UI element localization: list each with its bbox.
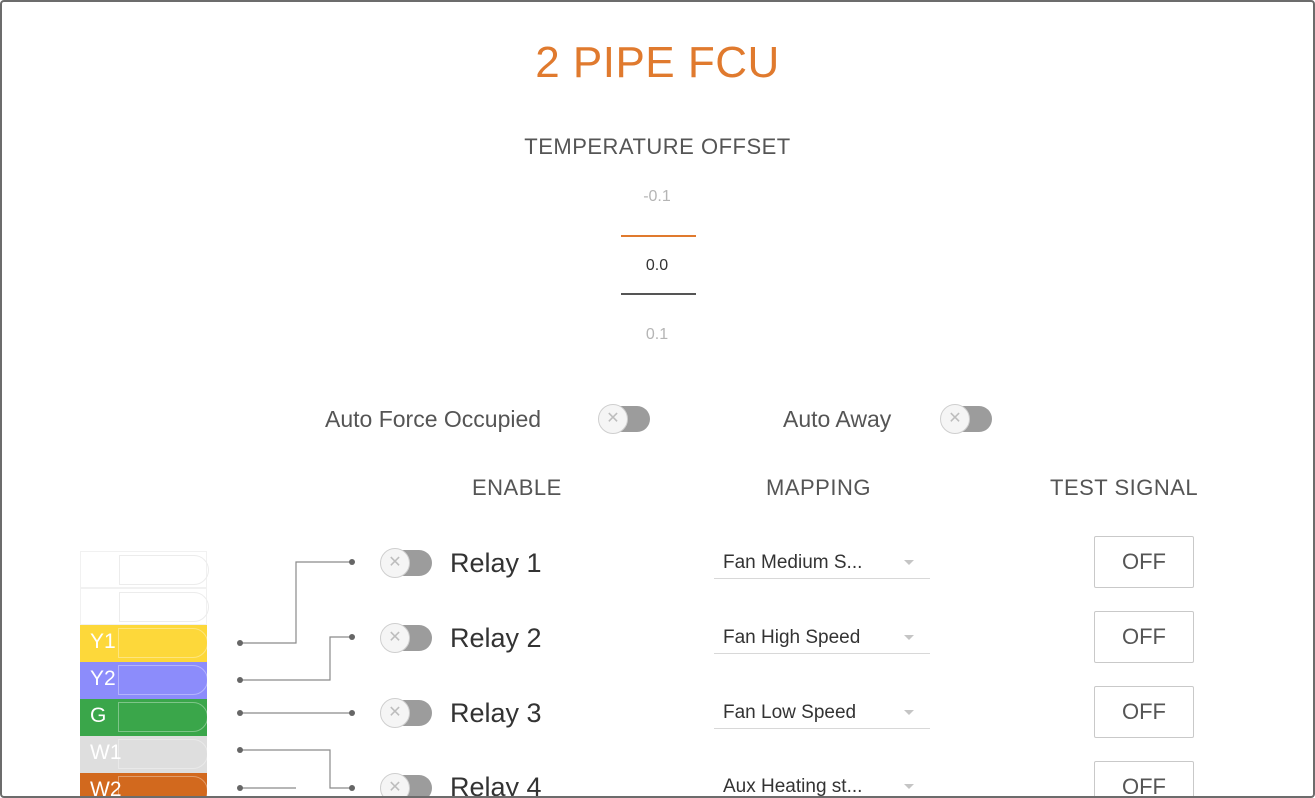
- caret-down-icon: [904, 784, 914, 789]
- relay-4-enable-toggle[interactable]: ✕: [380, 773, 432, 796]
- wire-node: [349, 710, 355, 716]
- relay-2-test-button[interactable]: OFF: [1094, 611, 1194, 663]
- close-icon: ✕: [380, 773, 410, 796]
- wire-node: [237, 640, 243, 646]
- close-icon: ✕: [380, 623, 410, 653]
- relay-1-label: Relay 1: [450, 548, 542, 578]
- wire-relay-4: [240, 749, 352, 789]
- caret-down-icon: [904, 635, 914, 640]
- relay-4-label: Relay 4: [450, 772, 542, 798]
- relay-2-mapping-select[interactable]: Fan High Speed: [714, 623, 930, 654]
- wire-relay-1: [240, 561, 352, 644]
- close-icon: ✕: [380, 698, 410, 728]
- wire-node: [349, 634, 355, 640]
- wiring-diagram: [237, 559, 355, 791]
- relay-1-enable-toggle[interactable]: ✕: [380, 548, 432, 578]
- relay-1-mapping-select[interactable]: Fan Medium S...: [714, 548, 930, 579]
- wire-node: [237, 785, 243, 791]
- relay-2-enable-toggle[interactable]: ✕: [380, 623, 432, 653]
- wire-node: [349, 785, 355, 791]
- wire-node: [349, 559, 355, 565]
- close-icon: ✕: [380, 548, 410, 578]
- relay-4-test-button[interactable]: OFF: [1094, 761, 1194, 796]
- wire-node: [237, 710, 243, 716]
- relay-3-label: Relay 3: [450, 698, 542, 728]
- wire-node: [237, 747, 243, 753]
- relay-1-test-button[interactable]: OFF: [1094, 536, 1194, 588]
- app-window: 2 PIPE FCU TEMPERATURE OFFSET -0.1 0.0 0…: [0, 0, 1315, 798]
- caret-down-icon: [904, 710, 914, 715]
- relay-3-test-button[interactable]: OFF: [1094, 686, 1194, 738]
- caret-down-icon: [904, 560, 914, 565]
- relay-2-label: Relay 2: [450, 623, 542, 653]
- relay-4-mapping-select[interactable]: Aux Heating st...: [714, 772, 930, 796]
- relay-3-enable-toggle[interactable]: ✕: [380, 698, 432, 728]
- relay-3-mapping-select[interactable]: Fan Low Speed: [714, 698, 930, 729]
- wire-node: [237, 677, 243, 683]
